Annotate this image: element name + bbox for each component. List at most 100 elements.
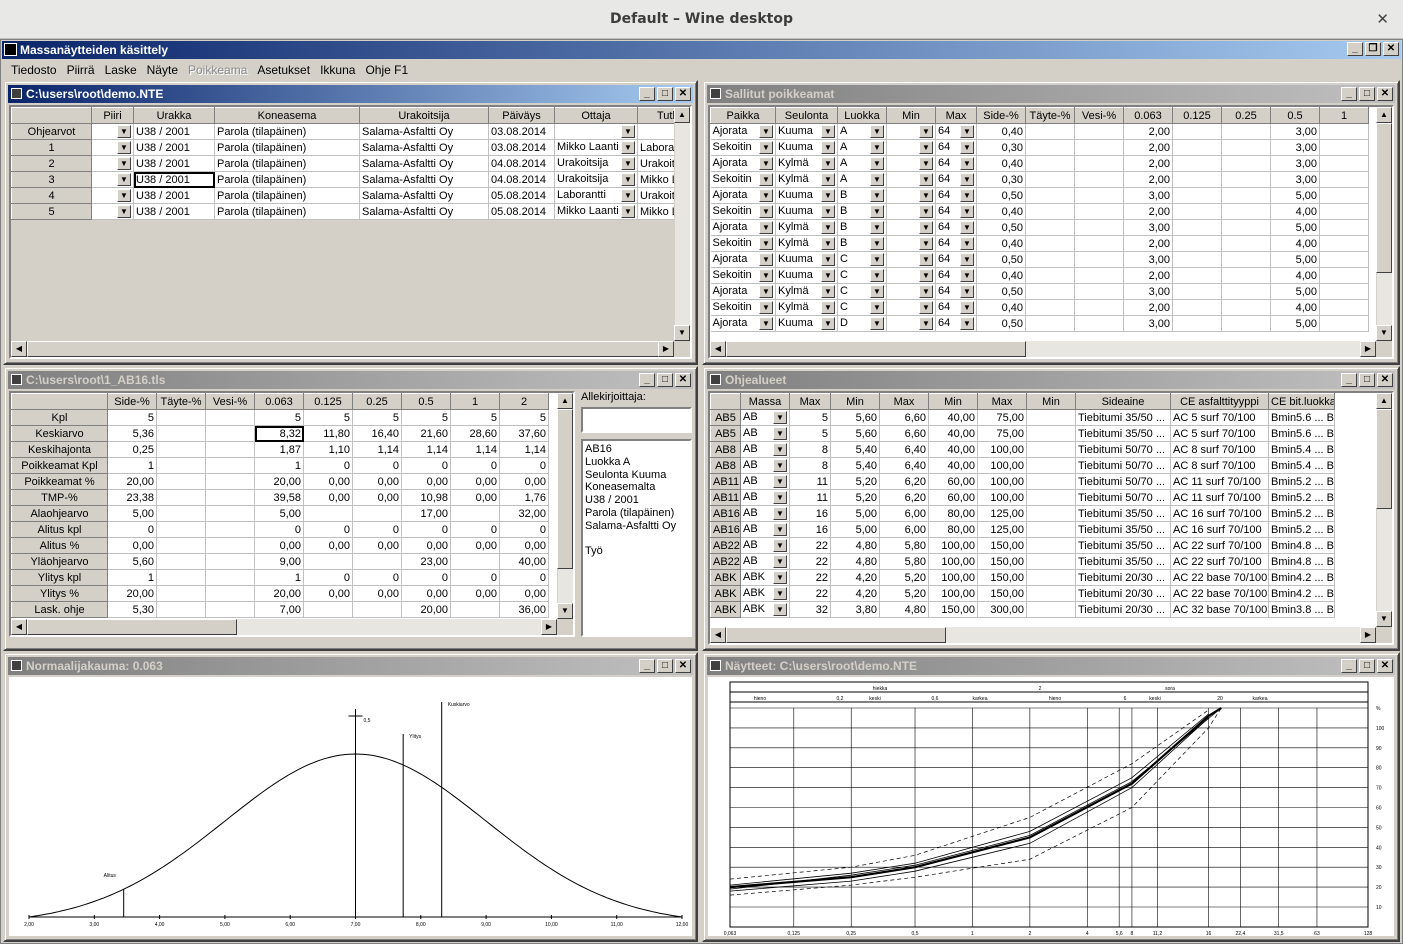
table-cell[interactable]: 23,38 <box>107 489 157 506</box>
dropdown-arrow-icon[interactable]: ▼ <box>759 253 773 266</box>
row-header[interactable]: AB8 <box>710 441 741 458</box>
table-cell[interactable] <box>1025 235 1075 252</box>
scroll-left-icon[interactable]: ◀ <box>11 341 27 357</box>
row-header[interactable]: Ylitys % <box>11 585 108 602</box>
table-cell[interactable]: 40,00 <box>928 409 978 426</box>
table-cell[interactable]: ▼ <box>886 123 936 140</box>
table-cell[interactable]: 1 <box>107 457 157 474</box>
row-header[interactable]: ABK <box>710 569 741 586</box>
table-cell[interactable]: Parola (tilapäinen) <box>214 155 360 172</box>
table-cell[interactable]: 8,32 <box>254 425 304 442</box>
table-cell[interactable]: Salama-Asfaltti Oy <box>359 155 489 172</box>
scroll-up-icon[interactable]: ▲ <box>1376 393 1392 409</box>
table-cell[interactable]: ▼ <box>886 315 936 332</box>
scroll-down-icon[interactable]: ▼ <box>557 603 573 619</box>
table-cell[interactable]: 5,00 <box>254 505 304 522</box>
maximize-icon[interactable]: □ <box>1359 659 1375 673</box>
table-cell[interactable] <box>1026 585 1076 602</box>
table-cell[interactable]: ▼ <box>886 203 936 220</box>
column-header[interactable]: Luokka <box>837 107 887 124</box>
table-cell[interactable]: ▼ <box>886 283 936 300</box>
table-cell[interactable]: 0,00 <box>303 473 353 490</box>
table-cell[interactable]: ▼ <box>886 251 936 268</box>
table-cell[interactable]: 22 <box>789 569 831 586</box>
table-cell[interactable]: 0 <box>352 569 402 586</box>
table-cell[interactable] <box>156 489 206 506</box>
column-header[interactable]: 0.125 <box>303 393 353 410</box>
dropdown-arrow-icon[interactable]: ▼ <box>759 221 773 234</box>
table-cell[interactable] <box>352 553 402 570</box>
table-cell[interactable]: Bmin4.8 ... Bmin5.8 <box>1268 537 1335 554</box>
row-header[interactable]: AB16 <box>710 505 741 522</box>
table-cell[interactable]: 1,14 <box>499 441 549 458</box>
close-icon[interactable]: ✕ <box>1377 87 1393 101</box>
table-cell[interactable]: 04.08.2014 <box>488 171 555 188</box>
column-header[interactable]: 1 <box>450 393 500 410</box>
dropdown-arrow-icon[interactable]: ▼ <box>117 205 131 218</box>
table-cell[interactable] <box>1319 283 1369 300</box>
close-icon[interactable]: ✕ <box>1377 659 1393 673</box>
table-cell[interactable]: 32,00 <box>499 505 549 522</box>
table-cell[interactable]: ▼ 64 <box>935 203 977 220</box>
table-cell[interactable] <box>303 505 353 522</box>
table-cell[interactable]: Tiebitumi 35/50 ... <box>1075 409 1171 426</box>
column-header[interactable]: Seulonta <box>775 107 838 124</box>
table-cell[interactable]: 150,00 <box>977 585 1027 602</box>
table-cell[interactable]: 6,00 <box>879 521 929 538</box>
table-cell[interactable]: ▼ A <box>837 171 887 188</box>
dropdown-arrow-icon[interactable]: ▼ <box>621 189 635 202</box>
dropdown-arrow-icon[interactable]: ▼ <box>821 253 835 266</box>
table-cell[interactable]: 150,00 <box>977 569 1027 586</box>
table-cell[interactable] <box>205 489 255 506</box>
dropdown-arrow-icon[interactable]: ▼ <box>960 269 974 282</box>
table-cell[interactable] <box>1026 521 1076 538</box>
table-cell[interactable]: AC 8 surf 70/100 <box>1170 441 1269 458</box>
table-cell[interactable]: AC 11 surf 70/100 <box>1170 473 1269 490</box>
table-cell[interactable]: 20,00 <box>254 473 304 490</box>
table-cell[interactable]: ▼ Kylmä <box>775 299 838 316</box>
row-header[interactable]: Ohjearvot <box>11 123 92 140</box>
table-cell[interactable] <box>156 537 206 554</box>
table-cell[interactable] <box>1221 299 1271 316</box>
table-cell[interactable]: 1,76 <box>499 489 549 506</box>
table-cell[interactable]: ▼ Ajorata <box>710 155 776 172</box>
dropdown-arrow-icon[interactable]: ▼ <box>621 125 635 138</box>
dropdown-arrow-icon[interactable]: ▼ <box>773 427 787 440</box>
column-header[interactable]: Urakka <box>133 107 215 124</box>
menu-ohje-f1[interactable]: Ohje F1 <box>360 63 413 77</box>
dropdown-arrow-icon[interactable]: ▼ <box>960 317 974 330</box>
table-cell[interactable]: ▼ Sekoitin <box>710 235 776 252</box>
table-cell[interactable]: ▼ 64 <box>935 187 977 204</box>
table-cell[interactable] <box>205 521 255 538</box>
table-cell[interactable] <box>205 505 255 522</box>
table-cell[interactable]: 0,00 <box>499 537 549 554</box>
table-cell[interactable]: ▼ B <box>837 203 887 220</box>
table-cell[interactable] <box>156 441 206 458</box>
column-header[interactable]: 0.25 <box>1221 107 1271 124</box>
dropdown-arrow-icon[interactable]: ▼ <box>960 157 974 170</box>
table-cell[interactable]: 0 <box>107 521 157 538</box>
table-cell[interactable]: 4,80 <box>830 553 880 570</box>
table-cell[interactable]: 0,50 <box>976 251 1026 268</box>
table-cell[interactable] <box>1221 187 1271 204</box>
table-cell[interactable]: 40,00 <box>928 441 978 458</box>
table-cell[interactable]: 20,00 <box>107 585 157 602</box>
table-cell[interactable]: 5,80 <box>879 553 929 570</box>
row-header[interactable]: Alitus kpl <box>11 521 108 538</box>
table-cell[interactable]: 0 <box>401 521 451 538</box>
table-cell[interactable]: 150,00 <box>977 537 1027 554</box>
table-cell[interactable]: 80,00 <box>928 505 978 522</box>
minimize-icon[interactable]: _ <box>639 659 655 673</box>
row-header[interactable]: 5 <box>11 203 92 220</box>
scroll-up-icon[interactable]: ▲ <box>557 393 573 409</box>
dropdown-arrow-icon[interactable]: ▼ <box>919 269 933 282</box>
table-cell[interactable]: ▼ ABK <box>740 585 790 602</box>
row-header[interactable]: 2 <box>11 155 92 172</box>
table-cell[interactable]: 150,00 <box>977 553 1027 570</box>
table-cell[interactable] <box>1074 283 1124 300</box>
row-header[interactable]: Poikkeamat Kpl <box>11 457 108 474</box>
table-cell[interactable]: ▼ AB <box>740 409 790 426</box>
table-cell[interactable]: 75,00 <box>977 425 1027 442</box>
table-cell[interactable]: 40,00 <box>928 425 978 442</box>
close-icon[interactable]: ✕ <box>1383 42 1399 56</box>
